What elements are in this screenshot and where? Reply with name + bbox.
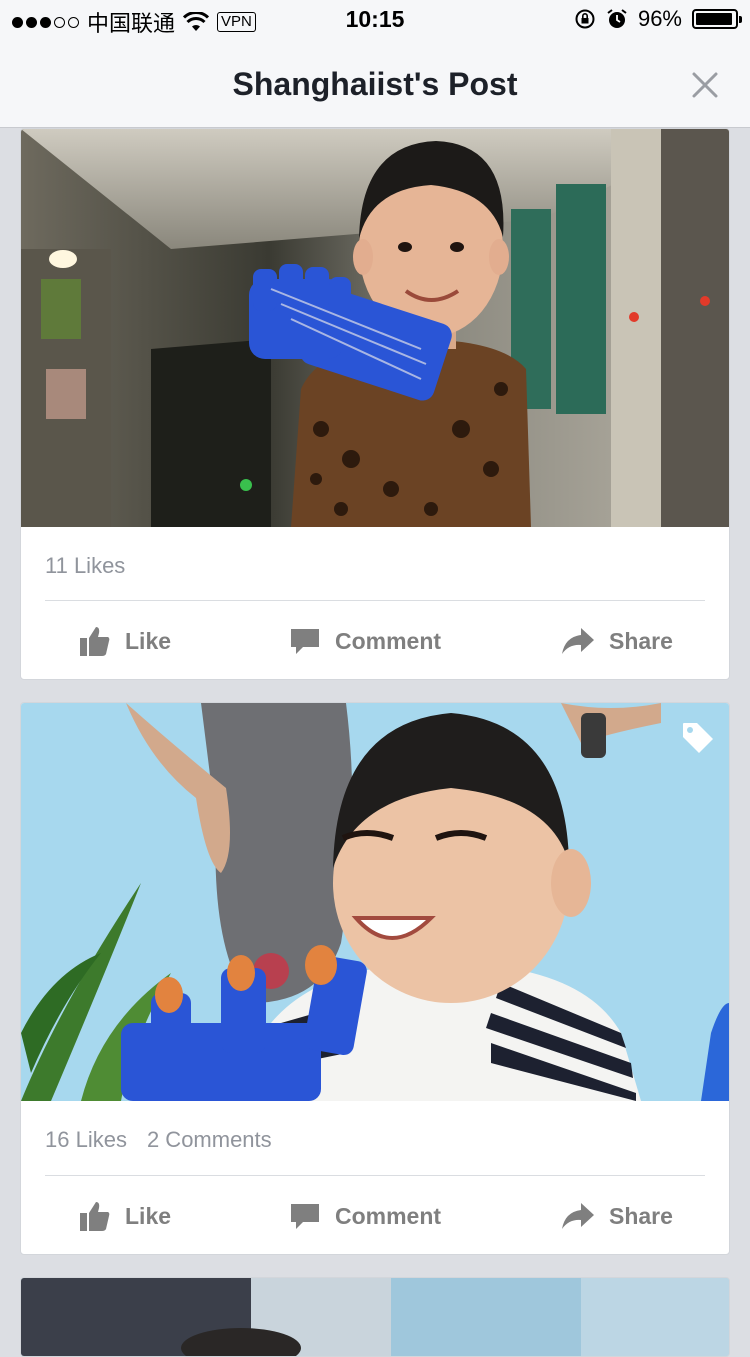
battery-icon (692, 9, 742, 29)
post-photo[interactable] (21, 1278, 729, 1357)
share-label: Share (609, 1202, 673, 1229)
battery-percent: 96% (637, 6, 682, 31)
post-card: 16 Likes 2 Comments Like Comment Share (20, 702, 730, 1255)
likes-count[interactable]: 16 Likes (45, 1127, 127, 1153)
share-arrow-icon (562, 1203, 594, 1229)
alarm-icon (607, 9, 627, 28)
comment-label: Comment (335, 1202, 442, 1229)
share-button[interactable]: Share (561, 1176, 673, 1254)
close-icon[interactable] (690, 70, 720, 100)
post-photo[interactable] (21, 703, 729, 1101)
share-label: Share (609, 627, 673, 654)
likes-count[interactable]: 11 Likes (45, 553, 125, 579)
comment-button[interactable]: Comment (289, 601, 442, 679)
post-photo[interactable] (21, 129, 729, 527)
post-actions: Like Comment Share (21, 601, 729, 679)
reaction-counts: 11 Likes (45, 553, 125, 579)
nav-header: Shanghaiist's Post (0, 40, 750, 128)
comment-icon (291, 629, 319, 654)
share-arrow-icon (562, 628, 594, 654)
post-actions: Like Comment Share (21, 1176, 729, 1254)
like-button[interactable]: Like (79, 601, 172, 679)
post-card: 11 Likes Like Comment Share (20, 128, 730, 680)
tag-icon[interactable] (681, 721, 715, 755)
comment-button[interactable]: Comment (289, 1176, 442, 1254)
like-label: Like (125, 1202, 172, 1229)
page-title: Shanghaiist's Post (232, 66, 518, 102)
thumbs-up-icon (80, 627, 110, 656)
like-button[interactable]: Like (79, 1176, 172, 1254)
thumbs-up-icon (80, 1202, 110, 1231)
share-button[interactable]: Share (561, 601, 673, 679)
comment-icon (291, 1204, 319, 1229)
like-label: Like (125, 627, 172, 654)
comments-count[interactable]: 2 Comments (147, 1127, 272, 1153)
rotation-lock-icon (575, 9, 595, 29)
status-right: 96% (574, 6, 742, 32)
post-card (20, 1277, 730, 1357)
comment-label: Comment (335, 627, 442, 654)
reaction-counts: 16 Likes 2 Comments (45, 1127, 272, 1153)
status-bar: 中国联通 VPN 10:15 96% (0, 0, 750, 40)
